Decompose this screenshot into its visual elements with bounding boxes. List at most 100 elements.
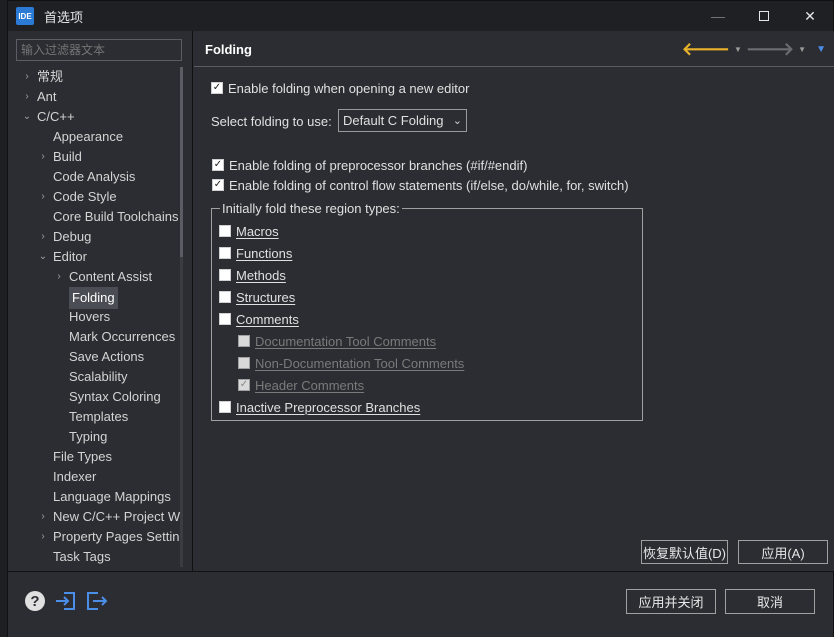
apply-button[interactable]: 应用(A)	[738, 540, 828, 564]
region-type-option[interactable]: Functions	[219, 244, 292, 262]
back-arrow-icon[interactable]: 🡐	[682, 39, 730, 60]
enable-folding-checkbox[interactable]: ✓	[211, 82, 223, 94]
chevron-down-icon: ⌄	[452, 115, 462, 127]
tree-item-label: File Types	[53, 449, 113, 464]
region-type-label: Header Comments	[255, 377, 365, 393]
region-type-label: Inactive Preprocessor Branches	[236, 399, 421, 415]
maximize-button[interactable]	[741, 1, 787, 31]
region-type-option: Non-Documentation Tool Comments	[238, 354, 464, 372]
chevron-right-icon[interactable]: ›	[38, 147, 48, 167]
chevron-right-icon[interactable]: ›	[38, 187, 48, 207]
region-type-checkbox[interactable]	[219, 291, 231, 303]
region-type-option[interactable]: Inactive Preprocessor Branches	[219, 398, 420, 416]
tree-item-label: Core Build Toolchains	[53, 209, 179, 224]
tree-scrollbar[interactable]	[180, 67, 183, 567]
chevron-down-icon[interactable]: ⌄	[38, 247, 48, 267]
control-flow-folding-option[interactable]: ✓ Enable folding of control flow stateme…	[212, 176, 629, 194]
panel-divider[interactable]	[192, 31, 193, 571]
tree-item-label: Ant	[37, 89, 57, 104]
export-icon[interactable]	[84, 589, 108, 613]
tree-item-label: Indexer	[53, 469, 97, 484]
region-type-option[interactable]: Methods	[219, 266, 286, 284]
enable-folding-option[interactable]: ✓ Enable folding when opening a new edit…	[211, 79, 469, 97]
chevron-down-icon[interactable]: ⌄	[22, 107, 32, 127]
tree-item-label: C/C++	[37, 109, 75, 124]
preference-page: Folding 🡐 ▼ 🡒 ▼ ▼ ✓ Enable folding when …	[194, 31, 834, 571]
folding-provider-value: Default C Folding	[343, 113, 444, 128]
title-bar: IDE 首选项 — ✕	[8, 1, 833, 31]
region-type-option[interactable]: Macros	[219, 222, 279, 240]
back-history-chevron-icon[interactable]: ▼	[734, 45, 742, 54]
folding-provider-select[interactable]: Default C Folding ⌄	[338, 109, 467, 132]
region-type-checkbox	[238, 335, 250, 347]
folding-select-label: Select folding to use:	[211, 114, 332, 129]
view-menu-icon[interactable]: ▼	[816, 44, 826, 55]
region-type-checkbox[interactable]	[219, 401, 231, 413]
tree-item-label: Code Analysis	[53, 169, 136, 184]
tree-item-label: Folding	[69, 287, 118, 309]
tree-item-label: Debug	[53, 229, 92, 244]
filter-input[interactable]	[16, 39, 182, 61]
control-flow-folding-label: Enable folding of control flow statement…	[229, 177, 629, 193]
preprocessor-folding-option[interactable]: ✓ Enable folding of preprocessor branche…	[212, 156, 527, 174]
region-type-label: Documentation Tool Comments	[255, 333, 437, 349]
region-type-checkbox	[238, 357, 250, 369]
preference-tree-panel: › 常规 › Ant ⌄ C/C++ Appearance › Build Code Analys…	[8, 31, 193, 571]
forward-history-chevron-icon[interactable]: ▼	[798, 45, 806, 54]
tree-item-label: Appearance	[53, 129, 124, 144]
region-type-checkbox[interactable]	[219, 313, 231, 325]
tree-item-label: Language Mappings	[53, 489, 171, 504]
import-icon[interactable]	[54, 589, 78, 613]
preference-tree: › 常规 › Ant ⌄ C/C++ Appearance › Build Code Analys…	[8, 67, 182, 569]
chevron-right-icon[interactable]: ›	[54, 267, 64, 287]
chevron-right-icon[interactable]: ›	[22, 87, 32, 107]
region-type-option: ✓ Header Comments	[238, 376, 364, 394]
region-type-label: Macros	[236, 223, 279, 239]
minimize-button[interactable]: —	[695, 1, 741, 31]
tree-item-label: Hovers	[69, 309, 111, 324]
region-type-checkbox[interactable]	[219, 247, 231, 259]
tree-item-label: Build	[53, 149, 82, 164]
window-title: 首选项	[44, 9, 84, 25]
region-type-label: Non-Documentation Tool Comments	[255, 355, 465, 371]
region-type-option[interactable]: Structures	[219, 288, 295, 306]
tree-item-label: Task Tags	[53, 549, 111, 564]
help-icon[interactable]: ?	[25, 591, 45, 611]
region-type-checkbox: ✓	[238, 379, 250, 391]
region-type-option[interactable]: Comments	[219, 310, 299, 328]
page-header: Folding 🡐 ▼ 🡒 ▼ ▼	[194, 31, 834, 67]
maximize-icon	[759, 11, 769, 21]
tree-item-label: 常规	[37, 69, 64, 84]
page-navigation: 🡐 ▼ 🡒 ▼ ▼	[682, 39, 826, 60]
region-type-label: Methods	[236, 267, 286, 283]
tree-item-label: Scalability	[69, 369, 128, 384]
page-title: Folding	[205, 42, 252, 57]
close-button[interactable]: ✕	[787, 1, 833, 31]
chevron-right-icon[interactable]: ›	[38, 507, 48, 527]
tree-item-label: Content Assist	[69, 269, 153, 284]
enable-folding-label: Enable folding when opening a new editor	[228, 80, 470, 96]
preprocessor-folding-checkbox[interactable]: ✓	[212, 159, 224, 171]
control-flow-folding-checkbox[interactable]: ✓	[212, 179, 224, 191]
app-icon: IDE	[16, 7, 34, 25]
tree-item-label: Save Actions	[69, 349, 145, 364]
chevron-right-icon[interactable]: ›	[38, 527, 48, 547]
chevron-right-icon[interactable]: ›	[22, 67, 32, 87]
tree-item-label: Templates	[69, 409, 129, 424]
region-type-label: Functions	[236, 245, 293, 261]
restore-defaults-button[interactable]: 恢复默认值(D)	[641, 540, 728, 564]
tree-item-label: Mark Occurrences	[69, 329, 176, 344]
apply-and-close-button[interactable]: 应用并关闭	[626, 589, 716, 614]
region-type-checkbox[interactable]	[219, 225, 231, 237]
region-type-option: Documentation Tool Comments	[238, 332, 436, 350]
tree-item-label: Property Pages Settings	[53, 529, 182, 544]
tree-item-label: Syntax Coloring	[69, 389, 161, 404]
tree-item-label: New C/C++ Project Wizard	[53, 509, 182, 524]
region-type-checkbox[interactable]	[219, 269, 231, 281]
forward-arrow-icon[interactable]: 🡒	[746, 39, 794, 60]
region-types-group-title: Initially fold these region types:	[220, 201, 402, 216]
tree-scrollbar-thumb[interactable]	[180, 67, 183, 257]
cancel-button[interactable]: 取消	[725, 589, 815, 614]
chevron-right-icon[interactable]: ›	[38, 227, 48, 247]
region-types-group: Initially fold these region types: Macro…	[211, 202, 643, 421]
